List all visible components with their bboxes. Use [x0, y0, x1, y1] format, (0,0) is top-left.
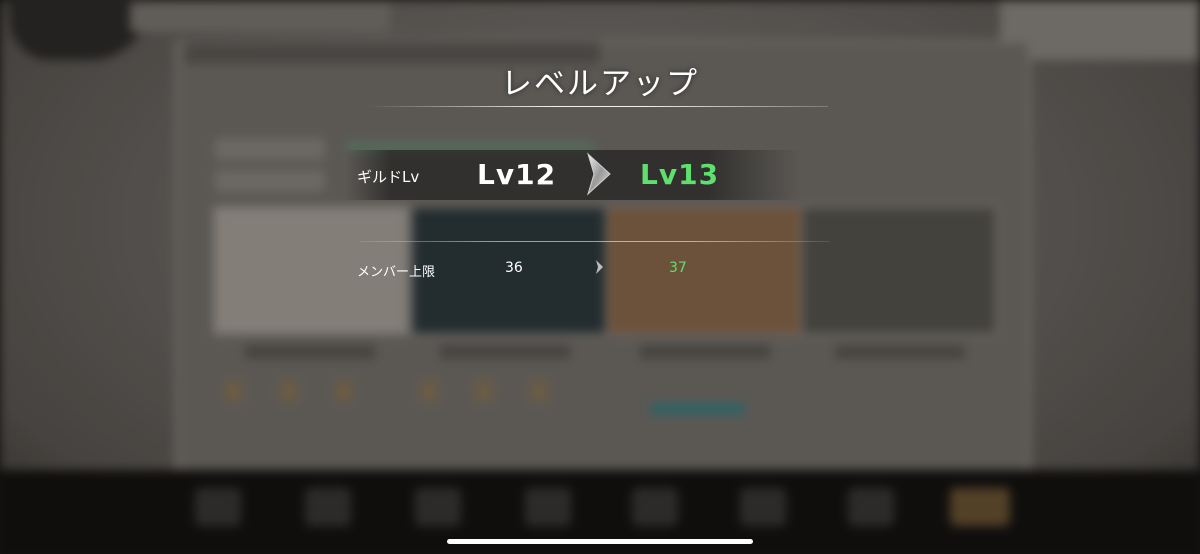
- guild-level-new: Lv13: [640, 158, 720, 191]
- guild-level-old: Lv12: [477, 158, 557, 191]
- home-indicator[interactable]: [447, 539, 753, 544]
- level-up-dialog: レベルアップ ギルドLv Lv12 Lv13 メンバー上限 36 37: [0, 0, 1200, 554]
- member-limit-old: 36: [505, 260, 523, 276]
- dialog-title: レベルアップ: [501, 66, 699, 102]
- arrow-right-icon: [587, 152, 611, 196]
- arrow-right-small-icon: [596, 260, 603, 274]
- row-divider: [360, 241, 830, 242]
- title-divider: [368, 106, 828, 107]
- guild-level-label: ギルドLv: [357, 168, 420, 186]
- member-limit-new: 37: [669, 260, 687, 276]
- member-limit-label: メンバー上限: [357, 265, 436, 280]
